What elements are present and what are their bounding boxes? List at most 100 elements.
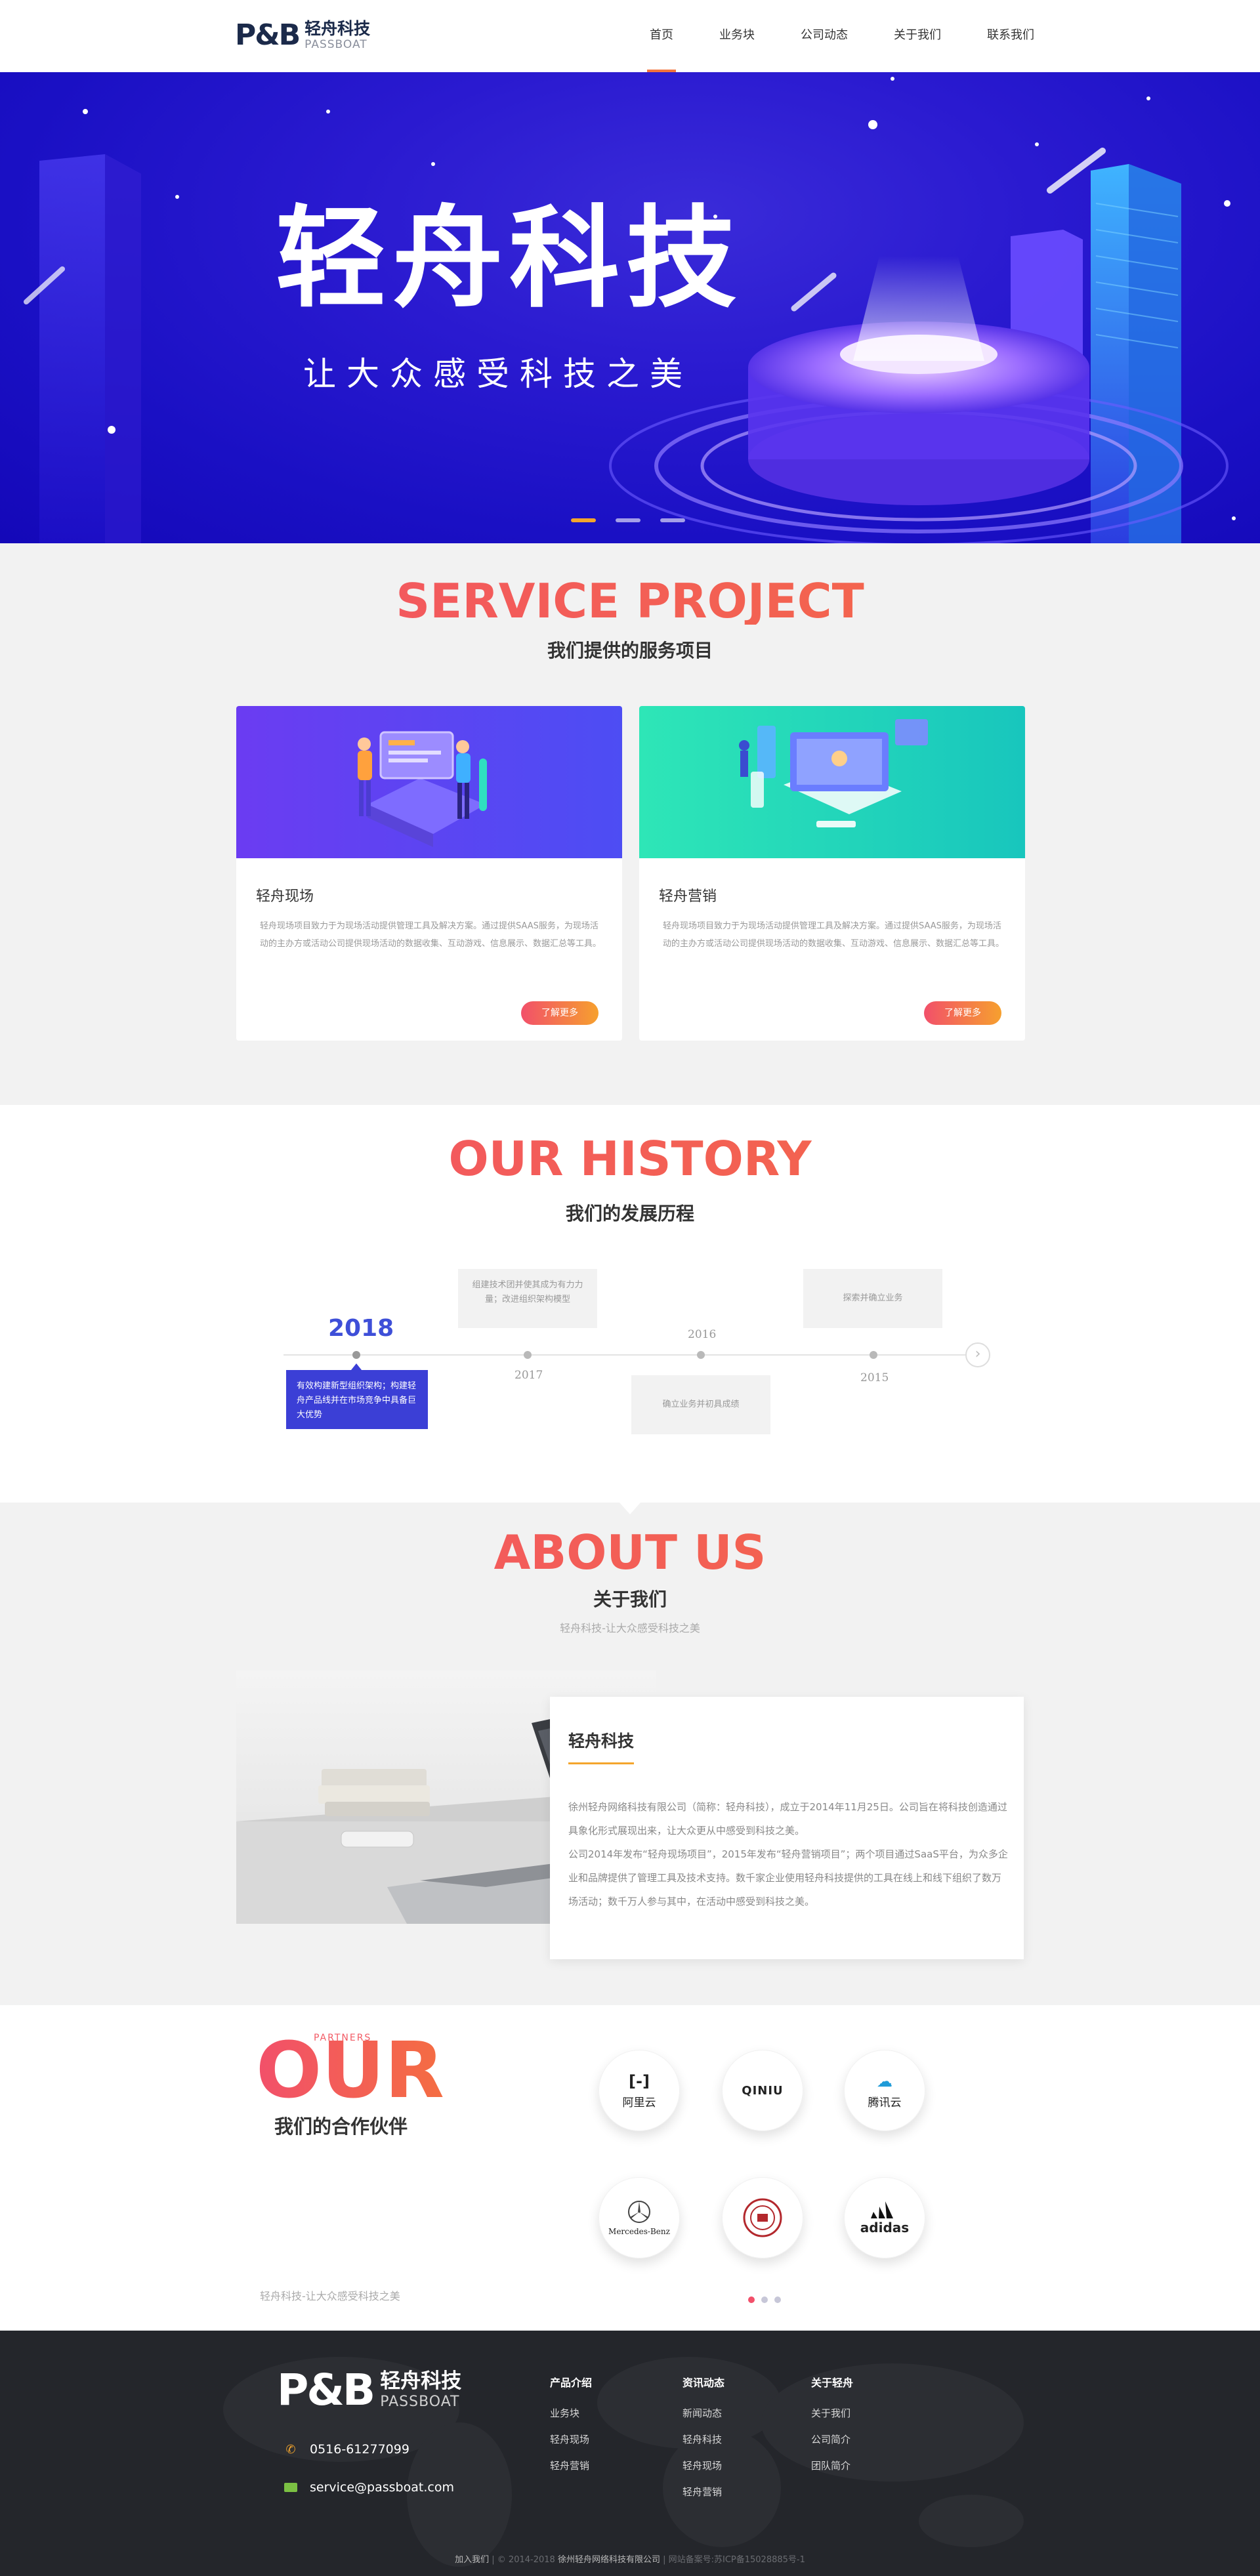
nav-home[interactable]: 首页	[647, 0, 676, 72]
timeline-dot[interactable]	[352, 1351, 360, 1359]
footer-col-products: 产品介绍 业务块 轻舟现场 轻舟营销	[550, 2374, 592, 2485]
logo-cn: 轻舟科技	[304, 18, 371, 38]
timeline-pointer	[351, 1363, 362, 1370]
mail-icon	[284, 2482, 298, 2493]
card-illustration	[236, 706, 622, 858]
people-board-illustration	[358, 731, 487, 847]
hero-dot[interactable]	[616, 518, 640, 522]
footer-col-head: 关于轻舟	[811, 2377, 854, 2389]
services-section: SERVICE PROJECT 我们提供的服务项目 轻舟现场 轻舟现场项目致力于…	[0, 543, 1260, 1105]
footer-link[interactable]: 轻舟营销	[550, 2459, 592, 2485]
card-description: 轻舟现场项目致力于为现场活动提供管理工具及解决方案。通过提供SAAS服务，为现场…	[260, 921, 602, 949]
services-subtitle: 我们提供的服务项目	[547, 640, 713, 661]
partner-logo-mercedes[interactable]: Mercedes-Benz	[598, 2177, 680, 2258]
footer-logo[interactable]: P&B 轻舟科技 PASSBOAT	[277, 2369, 461, 2412]
partner-logo-pku[interactable]	[722, 2177, 803, 2258]
timeline-box-active: 有效构建新型组织架构；构建轻舟产品线并在市场竞争中具备巨大优势	[286, 1370, 428, 1429]
world-map-background	[223, 2357, 1024, 2567]
company-name: 徐州轻舟网络科技有限公司	[557, 2555, 660, 2565]
partners-small-label: PARTNERS	[314, 2033, 372, 2043]
partner-name: 腾讯云	[868, 2096, 902, 2109]
timeline-box: 探索并确立业务	[803, 1269, 942, 1328]
copyright-years: © 2014-2018	[497, 2555, 555, 2565]
footer-phone[interactable]: ✆ 0516-61277099	[284, 2442, 410, 2457]
chevron-right-icon[interactable]: ›	[965, 1342, 990, 1367]
footer-link[interactable]: 公司简介	[811, 2433, 853, 2459]
partner-logo-tencent-cloud[interactable]: ☁ 腾讯云	[844, 2050, 925, 2131]
hero-title: 轻舟科技	[276, 194, 743, 323]
card-title: 轻舟现场	[256, 888, 314, 905]
hero-dot[interactable]	[571, 518, 596, 522]
service-card-yingxiao[interactable]: 轻舟营销 轻舟现场项目致力于为现场活动提供管理工具及解决方案。通过提供SAAS服…	[639, 706, 1025, 1041]
partners-pagination	[748, 2296, 788, 2303]
hero-banner: 轻舟科技 让大众感受科技之美	[0, 72, 1260, 543]
hero-subtitle: 让大众感受科技之美	[303, 355, 693, 393]
about-card: 轻舟科技 徐州轻舟网络科技有限公司（简称：轻舟科技），成立于2014年11月25…	[550, 1697, 1024, 1959]
timeline-year[interactable]: 2017	[514, 1369, 543, 1382]
about-tagline: 轻舟科技-让大众感受科技之美	[560, 1622, 700, 1634]
about-title: ABOUT US	[0, 1529, 1260, 1576]
dashboard-illustration	[739, 719, 928, 827]
email-address: service@passboat.com	[310, 2480, 454, 2495]
about-paragraph: 徐州轻舟网络科技有限公司（简称：轻舟科技），成立于2014年11月25日。公司旨…	[568, 1801, 1007, 1837]
card-title: 轻舟营销	[659, 888, 717, 905]
footer-link[interactable]: 轻舟营销	[682, 2485, 724, 2512]
footer-col-head: 产品介绍	[550, 2377, 593, 2389]
about-paragraph: 公司2014年发布“轻舟现场项目”，2015年发布“轻舟营销项目”；两个项目通过…	[568, 1848, 1008, 1907]
history-section: OUR HISTORY 我们的发展历程 2018 有效构建新型组织架构；构建轻舟…	[0, 1105, 1260, 1503]
icp-number[interactable]: 网站备案号:苏ICP备15028885号-1	[669, 2555, 805, 2565]
footer-copyright: 加入我们 | © 2014-2018 徐州轻舟网络科技有限公司 | 网站备案号:…	[0, 2552, 1260, 2565]
history-subtitle: 我们的发展历程	[565, 1203, 694, 1224]
timeline-dot[interactable]	[697, 1351, 705, 1359]
nav-business[interactable]: 业务块	[719, 0, 755, 72]
card-description: 轻舟现场项目致力于为现场活动提供管理工具及解决方案。通过提供SAAS服务，为现场…	[663, 921, 1005, 949]
footer-link[interactable]: 轻舟现场	[682, 2459, 724, 2485]
logo-text: 轻舟科技 PASSBOAT	[304, 20, 370, 51]
phone-icon: ✆	[285, 2442, 296, 2457]
timeline-dot[interactable]	[870, 1351, 877, 1359]
nav-about[interactable]: 关于我们	[894, 0, 941, 72]
timeline-box: 组建技术团并使其成为有力力量；改进组织架构模型	[458, 1269, 597, 1328]
nav-contact[interactable]: 联系我们	[987, 0, 1034, 72]
pku-seal-icon	[743, 2198, 782, 2237]
footer-logo-text: 轻舟科技 PASSBOAT	[380, 2371, 461, 2409]
timeline-year-active[interactable]: 2018	[328, 1315, 394, 1342]
separator: |	[663, 2555, 669, 2565]
about-section: ABOUT US 关于我们 轻舟科技-让大众感受科技之美 轻舟科技 徐州轻舟网络…	[0, 1503, 1260, 2005]
hero-pagination	[571, 518, 705, 522]
footer-link[interactable]: 团队简介	[811, 2459, 853, 2485]
footer-link[interactable]: 轻舟现场	[550, 2433, 592, 2459]
footer-col-about: 关于轻舟 关于我们 公司简介 团队简介	[811, 2374, 853, 2485]
footer-email[interactable]: service@passboat.com	[284, 2480, 454, 2495]
title-underline	[568, 1762, 634, 1764]
footer-col-head: 资讯动态	[682, 2377, 725, 2389]
footer-logo-en: PASSBOAT	[380, 2394, 460, 2410]
partner-logo-qiniu[interactable]: QINIU	[722, 2050, 803, 2131]
join-us-link[interactable]: 加入我们	[455, 2555, 489, 2565]
service-card-xianchang[interactable]: 轻舟现场 轻舟现场项目致力于为现场活动提供管理工具及解决方案。通过提供SAAS服…	[236, 706, 622, 1041]
footer-link[interactable]: 新闻动态	[682, 2407, 724, 2433]
footer-link[interactable]: 业务块	[550, 2407, 592, 2433]
partners-section: OUR PARTNERS 我们的合作伙伴 轻舟科技-让大众感受科技之美 [-] …	[0, 2005, 1260, 2331]
partner-logo-aliyun[interactable]: [-] 阿里云	[598, 2050, 680, 2131]
hero-dot[interactable]	[660, 518, 685, 522]
footer-link[interactable]: 关于我们	[811, 2407, 853, 2433]
timeline-year[interactable]: 2016	[688, 1328, 716, 1341]
footer-logo-cn: 轻舟科技	[380, 2369, 462, 2393]
timeline-year[interactable]: 2015	[860, 1371, 889, 1384]
timeline-dot[interactable]	[524, 1351, 532, 1359]
pagination-dot[interactable]	[748, 2296, 755, 2303]
phone-number: 0516-61277099	[310, 2442, 410, 2457]
mercedes-icon	[628, 2201, 650, 2223]
pagination-dot[interactable]	[774, 2296, 781, 2303]
section-arrow	[620, 1503, 640, 1514]
learn-more-button[interactable]: 了解更多	[924, 1001, 1001, 1025]
footer-link[interactable]: 轻舟科技	[682, 2433, 724, 2459]
partner-logo-adidas[interactable]: adidas	[844, 2177, 925, 2258]
pagination-dot[interactable]	[761, 2296, 768, 2303]
about-subtitle: 关于我们	[593, 1589, 667, 1610]
header-logo[interactable]: P&B 轻舟科技 PASSBOAT	[235, 18, 370, 52]
nav-news[interactable]: 公司动态	[801, 0, 848, 72]
learn-more-button[interactable]: 了解更多	[521, 1001, 598, 1025]
partners-subtitle: 我们的合作伙伴	[274, 2115, 408, 2138]
